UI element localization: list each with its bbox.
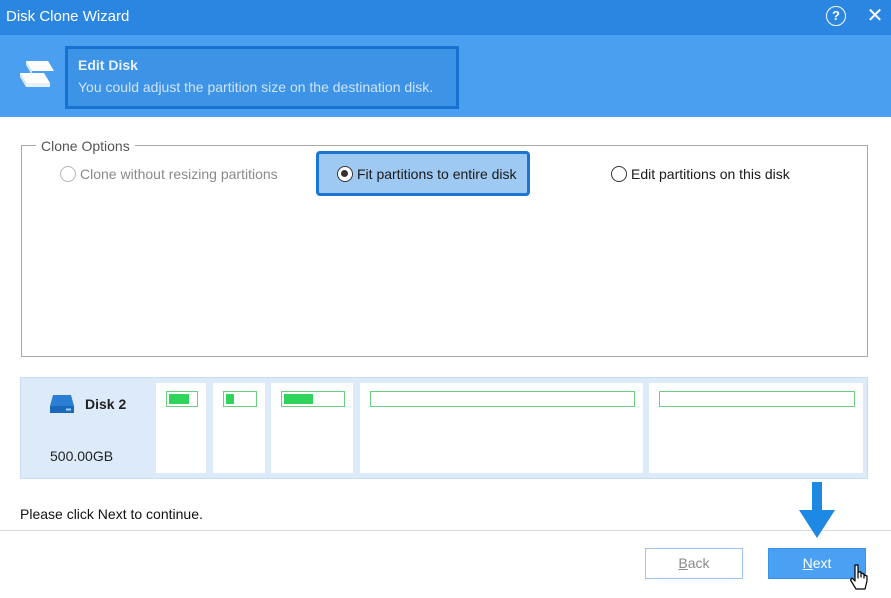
partition-usage-fill	[284, 394, 313, 404]
radio-circle[interactable]	[60, 166, 76, 182]
partition-usage-bar	[659, 391, 855, 407]
radio-circle[interactable]	[611, 166, 627, 182]
radio-label: Fit partitions to entire disk	[357, 166, 517, 182]
partition-block[interactable]	[649, 383, 863, 473]
partition-usage-bar	[166, 391, 198, 407]
next-button-mnemonic: N	[802, 555, 813, 571]
partition-block[interactable]	[156, 383, 206, 473]
step-title: Edit Disk	[78, 57, 138, 73]
partition-usage-fill	[169, 394, 189, 404]
window-title: Disk Clone Wizard	[6, 8, 130, 25]
partition-usage-fill	[226, 394, 234, 404]
partition-block[interactable]	[360, 383, 643, 473]
radio-label: Edit partitions on this disk	[631, 166, 790, 182]
down-arrow-icon	[799, 482, 835, 538]
partition-block[interactable]	[271, 383, 353, 473]
radio-clone-without-resizing[interactable]: Clone without resizing partitions	[60, 166, 278, 182]
back-button-mnemonic: B	[678, 555, 688, 571]
footer-divider	[0, 530, 891, 531]
disk-map: Disk 2 500.00GB	[20, 377, 868, 479]
radio-label: Clone without resizing partitions	[80, 166, 278, 182]
step-subtitle: You could adjust the partition size on t…	[78, 79, 434, 95]
wizard-header: Edit Disk You could adjust the partition…	[0, 35, 891, 117]
radio-fit-partitions[interactable]: Fit partitions to entire disk	[337, 166, 517, 182]
clone-options-legend: Clone Options	[36, 138, 135, 154]
partition-usage-bar	[223, 391, 257, 407]
next-button-label-rest: ext	[812, 555, 832, 571]
partition-usage-bar	[281, 391, 345, 407]
title-bar: Disk Clone Wizard ? ✕	[0, 0, 891, 35]
disk-clone-icon	[20, 61, 54, 87]
partition-usage-bar	[370, 391, 635, 407]
radio-edit-partitions[interactable]: Edit partitions on this disk	[611, 166, 790, 182]
disk-size: 500.00GB	[50, 448, 114, 464]
back-button[interactable]: Back	[645, 548, 743, 579]
radio-circle-selected[interactable]	[337, 166, 353, 182]
back-button-label-rest: ack	[687, 555, 710, 571]
mouse-pointer-icon	[850, 564, 868, 590]
hard-drive-icon	[50, 395, 74, 413]
help-icon[interactable]: ?	[826, 6, 846, 26]
close-icon[interactable]: ✕	[863, 4, 887, 28]
status-message: Please click Next to continue.	[20, 506, 203, 522]
partition-block[interactable]	[213, 383, 265, 473]
header-highlight	[65, 46, 459, 109]
disk-name: Disk 2	[85, 396, 127, 412]
